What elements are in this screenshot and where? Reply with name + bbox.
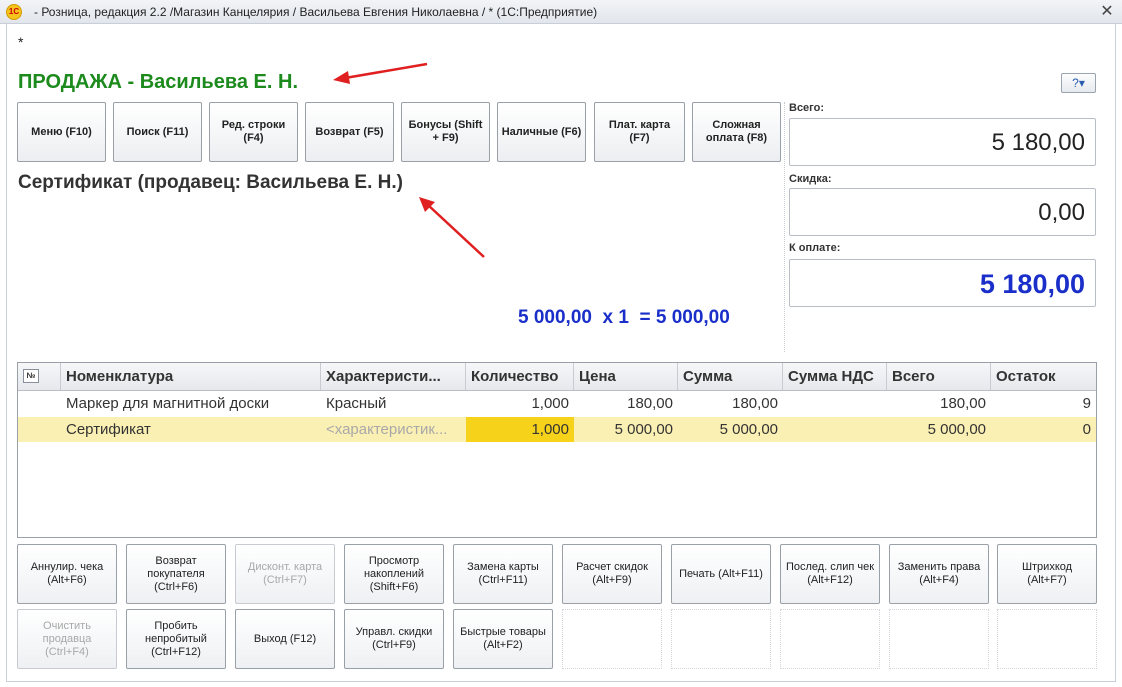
exit-button[interactable]: Выход (F12)	[235, 609, 335, 669]
empty-button-slot	[671, 609, 771, 669]
help-dropdown-icon[interactable]: ?▾	[1061, 73, 1096, 93]
view-accumulations-button[interactable]: Просмотр накоплений (Shift+F6)	[344, 544, 444, 604]
table-row[interactable]: Маркер для магнитной доски Красный 1,000…	[18, 391, 1096, 416]
print-button[interactable]: Печать (Alt+F11)	[671, 544, 771, 604]
app-logo-icon[interactable]: 1С	[6, 4, 22, 20]
total-value-field: 5 180,00	[789, 118, 1096, 166]
customer-return-button[interactable]: Возврат покупателя (Ctrl+F6)	[126, 544, 226, 604]
discount-card-button: Дисконт. карта (Ctrl+F7)	[235, 544, 335, 604]
cash-button[interactable]: Наличные (F6)	[497, 102, 586, 162]
empty-button-slot	[562, 609, 662, 669]
column-header-quantity[interactable]: Количество	[466, 363, 574, 390]
cell-total: 180,00	[940, 395, 986, 412]
cell-remainder: 9	[1082, 395, 1091, 412]
cell-total: 5 000,00	[927, 421, 986, 438]
cell-name: Маркер для магнитной доски	[66, 395, 270, 412]
replace-card-button[interactable]: Замена карты (Ctrl+F11)	[453, 544, 553, 604]
modified-marker: *	[18, 34, 24, 50]
current-item-line: Сертификат (продавец: Васильева Е. Н.)	[18, 172, 403, 193]
column-header-remainder[interactable]: Остаток	[991, 363, 1096, 390]
calculation-line: 5 000,00 x 1 = 5 000,00	[518, 307, 730, 328]
cell-sum: 5 000,00	[719, 421, 778, 438]
items-table[interactable]: № Номенклатура Характеристи... Количеств…	[17, 362, 1097, 538]
cell-price: 180,00	[627, 395, 673, 412]
cell-name: Сертификат	[66, 421, 151, 438]
discount-label: Скидка:	[789, 173, 832, 185]
manage-discounts-button[interactable]: Управл. скидки (Ctrl+F9)	[344, 609, 444, 669]
cell-vat	[783, 417, 887, 442]
cell-vat	[783, 391, 887, 416]
cell-quantity-active[interactable]: 1,000	[466, 417, 574, 442]
column-header-name[interactable]: Номенклатура	[61, 363, 321, 390]
barcode-button[interactable]: Штрихкод (Alt+F7)	[997, 544, 1097, 604]
empty-button-slot	[780, 609, 880, 669]
complex-payment-button[interactable]: Сложная оплата (F8)	[692, 102, 781, 162]
column-header-sum[interactable]: Сумма	[678, 363, 783, 390]
cell-price: 5 000,00	[614, 421, 673, 438]
to-pay-value-field: 5 180,00	[789, 259, 1096, 307]
column-header-total[interactable]: Всего	[887, 363, 991, 390]
cell-remainder: 0	[1082, 421, 1091, 438]
empty-button-slot	[997, 609, 1097, 669]
return-button[interactable]: Возврат (F5)	[305, 102, 394, 162]
bonus-button[interactable]: Бонусы (Shift + F9)	[401, 102, 490, 162]
punch-unpunched-button[interactable]: Пробить непробитый (Ctrl+F12)	[126, 609, 226, 669]
sale-title: ПРОДАЖА - Васильева Е. Н.	[18, 71, 298, 93]
window-title: - Розница, редакция 2.2 /Магазин Канцеля…	[34, 5, 598, 19]
to-pay-label: К оплате:	[789, 242, 841, 254]
cell-characteristic: <характеристик...	[326, 421, 448, 438]
cancel-receipt-button[interactable]: Аннулир. чека (Alt+F6)	[17, 544, 117, 604]
calc-discounts-button[interactable]: Расчет скидок (Alt+F9)	[562, 544, 662, 604]
search-button[interactable]: Поиск (F11)	[113, 102, 202, 162]
cell-characteristic: Красный	[326, 395, 387, 412]
row-number-header[interactable]: №	[18, 363, 61, 390]
column-header-characteristic[interactable]: Характеристи...	[321, 363, 466, 390]
empty-button-slot	[889, 609, 989, 669]
cell-sum: 180,00	[732, 395, 778, 412]
clear-seller-button: Очистить продавца (Ctrl+F4)	[17, 609, 117, 669]
row-number-icon: №	[23, 369, 39, 383]
column-header-price[interactable]: Цена	[574, 363, 678, 390]
panel-divider	[784, 102, 785, 352]
last-slip-button[interactable]: Послед. слип чек (Alt+F12)	[780, 544, 880, 604]
quick-items-button[interactable]: Быстрые товары (Alt+F2)	[453, 609, 553, 669]
replace-rights-button[interactable]: Заменить права (Alt+F4)	[889, 544, 989, 604]
menu-button[interactable]: Меню (F10)	[17, 102, 106, 162]
table-header: № Номенклатура Характеристи... Количеств…	[18, 363, 1096, 391]
edit-row-button[interactable]: Ред. строки (F4)	[209, 102, 298, 162]
card-payment-button[interactable]: Плат. карта (F7)	[594, 102, 685, 162]
total-label: Всего:	[789, 102, 824, 114]
cell-quantity: 1,000	[531, 395, 569, 412]
table-row-selected[interactable]: Сертификат <характеристик... 1,000 5 000…	[18, 417, 1096, 442]
discount-value-field: 0,00	[789, 188, 1096, 236]
close-icon[interactable]: ✕	[1097, 2, 1117, 22]
column-header-vat[interactable]: Сумма НДС	[783, 363, 887, 390]
